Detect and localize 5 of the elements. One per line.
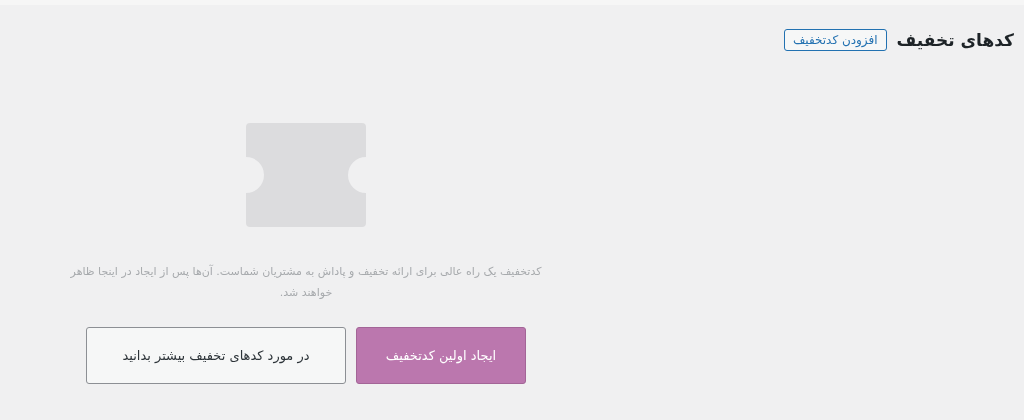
create-coupon-button[interactable]: ایجاد اولین کدتخفیف	[356, 327, 526, 384]
empty-message: کدتخفیف یک راه عالی برای ارائه تخفیف و پاداش به مشتریان شماست. آن‌ها پس از ایجاد در اینجا ظاهر خواهند شد.	[69, 263, 543, 301]
add-coupon-button[interactable]: افزودن کدتخفیف	[783, 29, 887, 51]
learn-more-button[interactable]: در مورد کدهای تخفیف بیشتر بدانید	[86, 327, 346, 384]
page-title: کدهای تخفیف	[896, 30, 1014, 50]
